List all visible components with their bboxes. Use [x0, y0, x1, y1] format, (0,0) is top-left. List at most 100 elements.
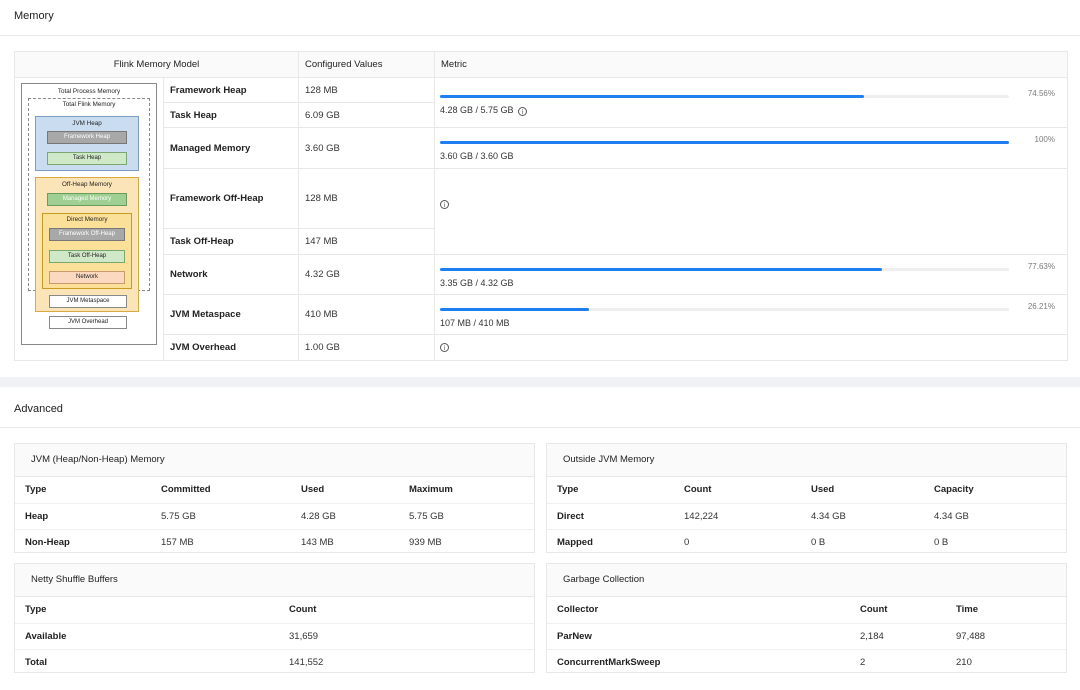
cell: 939 MB [409, 536, 442, 548]
col-header: Committed [151, 477, 291, 504]
card-title: Garbage Collection [547, 564, 1066, 597]
header-flink-memory-model: Flink Memory Model [14, 51, 299, 78]
advanced-section-title: Advanced [14, 403, 63, 415]
col-header: Count [674, 477, 801, 504]
cell: 143 MB [301, 536, 334, 548]
value-jvm-overhead: 1.00 GB [298, 334, 435, 361]
bar-fill [440, 95, 865, 99]
bar-fill [440, 267, 882, 271]
managed-usage-text: 3.60 GB / 3.60 GB [440, 151, 514, 161]
bar-fill [440, 307, 590, 311]
divider [0, 427, 1080, 428]
diagram-jvm-metaspace: JVM Metaspace [49, 295, 127, 308]
cell: 141,552 [289, 656, 324, 668]
table-row: Total 141,552 [15, 649, 534, 675]
col-header: Type [15, 477, 151, 504]
heap-percent: 74.56% [1027, 89, 1055, 99]
table-header-row: Collector Count Time [547, 597, 1066, 624]
col-header: Time [946, 597, 1066, 624]
metaspace-usage-text: 107 MB / 410 MB [440, 317, 510, 328]
jvm-memory-table: Type Committed Used Maximum Heap 5.75 GB… [15, 477, 534, 555]
cell: 31,659 [279, 623, 534, 650]
table-row: Non-Heap 157 MB 143 MB 939 MB [15, 529, 534, 555]
metaspace-progress-bar: 26.21% [440, 302, 1055, 316]
diagram-label: Off-Heap Memory [62, 181, 112, 188]
cell: ParNew [547, 623, 850, 650]
card-title: Netty Shuffle Buffers [15, 564, 534, 597]
info-icon[interactable]: i [440, 200, 449, 210]
outside-jvm-memory-card: Outside JVM Memory Type Count Used Capac… [546, 443, 1067, 553]
col-header: Collector [547, 597, 850, 624]
value-framework-off-heap: 128 MB [298, 168, 435, 229]
diagram-network: Network [49, 271, 125, 284]
table-header-row: Type Count Used Capacity [547, 477, 1066, 504]
card-title: Outside JVM Memory [547, 444, 1066, 477]
cell: 2,184 [850, 623, 946, 650]
diagram-label: Total Process Memory [57, 88, 121, 95]
metric-heap: 74.56% 4.28 GB / 5.75 GB i [434, 77, 1068, 128]
table-row: ConcurrentMarkSweep 2 210 [547, 649, 1066, 675]
col-header: Used [291, 477, 399, 504]
network-progress-bar: 77.63% [440, 262, 1055, 276]
col-header: Count [850, 597, 946, 624]
cell: Heap [15, 503, 151, 530]
netty-shuffle-buffers-card: Netty Shuffle Buffers Type Count Availab… [14, 563, 535, 673]
diagram-label: Total Flink Memory [62, 101, 116, 108]
jvm-memory-card: JVM (Heap/Non-Heap) Memory Type Committe… [14, 443, 535, 553]
cell: 97,488 [946, 623, 1066, 650]
cell: 142,224 [674, 503, 801, 530]
diagram-managed-memory: Managed Memory [47, 193, 127, 206]
memory-model-table: Flink Memory Model Configured Values Met… [14, 51, 1068, 361]
row-label-jvm-metaspace: JVM Metaspace [163, 294, 299, 335]
header-configured-values: Configured Values [298, 51, 435, 78]
cell: 0 B [811, 536, 826, 548]
heap-progress-bar: 74.56% [440, 89, 1055, 103]
row-label-framework-heap: Framework Heap [163, 77, 299, 103]
cell: 5.75 GB [399, 503, 534, 530]
cell: 4.34 GB [924, 503, 1066, 530]
info-icon[interactable]: i [518, 106, 528, 116]
diagram-jvm-heap: JVM Heap Framework Heap Task Heap [35, 116, 139, 171]
cell: Non-Heap [25, 536, 70, 548]
table-row: Heap 5.75 GB 4.28 GB 5.75 GB [15, 503, 534, 530]
value-framework-heap: 128 MB [298, 77, 435, 103]
row-label-task-off-heap: Task Off-Heap [163, 228, 299, 255]
divider [0, 35, 1080, 36]
table-header-row: Type Count [15, 597, 534, 624]
diagram-jvm-overhead: JVM Overhead [49, 316, 127, 329]
row-label-jvm-overhead: JVM Overhead [163, 334, 299, 361]
cell: 0 B [934, 536, 949, 548]
metric-metaspace: 26.21% 107 MB / 410 MB [434, 294, 1068, 335]
cell: 5.75 GB [151, 503, 291, 530]
cell: 4.28 GB [291, 503, 399, 530]
metaspace-percent: 26.21% [1027, 301, 1055, 311]
row-label-task-heap: Task Heap [163, 102, 299, 128]
col-header: Count [279, 597, 534, 624]
col-header: Type [547, 477, 674, 504]
garbage-collection-card: Garbage Collection Collector Count Time … [546, 563, 1067, 673]
section-separator [0, 377, 1080, 387]
table-row: ParNew 2,184 97,488 [547, 623, 1066, 650]
row-label-managed-memory: Managed Memory [163, 127, 299, 169]
diagram-task-off-heap: Task Off-Heap [49, 250, 125, 263]
diagram-label: JVM Heap [72, 120, 102, 127]
cell: 0 [684, 536, 690, 548]
row-label-framework-off-heap: Framework Off-Heap [163, 168, 299, 229]
table-row: Mapped 0 0 B 0 B [547, 529, 1066, 555]
heap-usage-text: 4.28 GB / 5.75 GB i [440, 105, 1061, 116]
cell: Total [25, 656, 47, 668]
bar-fill [440, 141, 1009, 144]
cell: Direct [547, 503, 674, 530]
row-label-network: Network [163, 254, 299, 295]
col-header: Used [801, 477, 924, 504]
info-icon[interactable]: i [440, 342, 449, 352]
col-header: Type [15, 597, 279, 624]
cell: Mapped [557, 536, 593, 548]
managed-progress-bar: 100% [440, 135, 1055, 149]
table-row: Available 31,659 [15, 623, 534, 650]
value-jvm-metaspace: 410 MB [298, 294, 435, 335]
card-title: JVM (Heap/Non-Heap) Memory [15, 444, 534, 477]
cell: ConcurrentMarkSweep [557, 656, 661, 668]
managed-percent: 100% [1034, 135, 1055, 144]
value-task-heap: 6.09 GB [298, 102, 435, 128]
